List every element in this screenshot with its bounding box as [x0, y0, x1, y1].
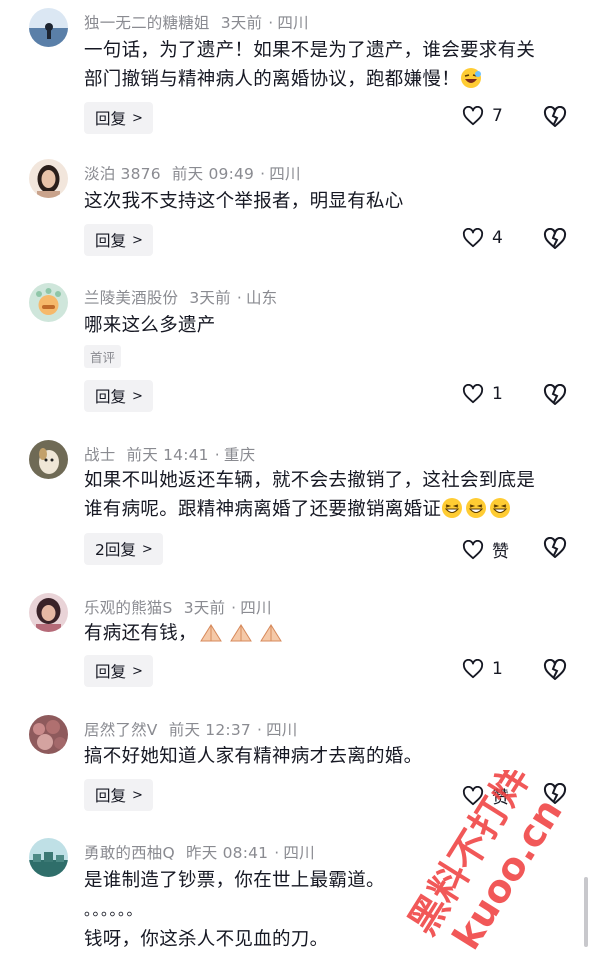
- comment-meta: 独一无二的糖糖姐 3天前 · 四川: [84, 14, 309, 32]
- comment-location: 四川: [283, 844, 315, 862]
- avatar[interactable]: [29, 593, 68, 632]
- comment-location: 四川: [277, 14, 309, 32]
- heart-icon: [462, 539, 484, 559]
- comment-time: 前天 12:37: [168, 721, 251, 739]
- reply-button[interactable]: 回复 >: [84, 102, 153, 134]
- comment-location: 重庆: [223, 446, 256, 464]
- heart-icon: [462, 228, 484, 248]
- like-count: 1: [492, 659, 503, 679]
- comment-location: 四川: [266, 721, 298, 739]
- comment-time: 3天前: [220, 14, 263, 32]
- like-label: 赞: [492, 542, 509, 562]
- comment-location: 山东: [245, 289, 278, 307]
- heart-broken-icon: [543, 383, 567, 405]
- first-comment-badge: 首评: [84, 345, 122, 368]
- reply-button[interactable]: 回复 >: [84, 380, 153, 412]
- dislike-button[interactable]: [543, 105, 567, 132]
- avatar[interactable]: [29, 838, 68, 877]
- dislike-button[interactable]: [543, 383, 567, 410]
- heart-broken-icon: [543, 536, 567, 558]
- scrollbar[interactable]: [584, 877, 588, 947]
- comment-meta: 乐观的熊猫S 3天前 · 四川: [84, 599, 272, 617]
- grin-squint-emoji: [441, 497, 463, 519]
- username[interactable]: 乐观的熊猫S: [84, 599, 173, 617]
- username[interactable]: 独一无二的糖糖姐: [84, 14, 210, 32]
- comment-text: 搞不好她知道人家有精神病才去离的婚。: [84, 746, 423, 767]
- like-button[interactable]: 1: [462, 659, 503, 679]
- username[interactable]: 兰陵美酒股份: [84, 289, 178, 307]
- username[interactable]: 淡泊 3876: [84, 165, 161, 183]
- grin-squint-emoji: [489, 497, 511, 519]
- comment-text: 这次我不支持这个举报者，明显有私心: [84, 191, 404, 212]
- username[interactable]: 勇敢的西柚Q: [84, 844, 175, 862]
- like-button[interactable]: 4: [462, 228, 503, 248]
- like-button[interactable]: 赞: [462, 537, 509, 562]
- comment-meta: 勇敢的西柚Q 昨天 08:41 · 四川: [84, 844, 315, 862]
- praying-hands-emoji: [257, 621, 285, 643]
- chevron-right-icon: >: [132, 787, 143, 803]
- like-count: 7: [492, 106, 503, 126]
- like-button[interactable]: 1: [462, 384, 503, 404]
- comment-meta: 兰陵美酒股份 3天前 · 山东: [84, 289, 278, 307]
- comment-time: 前天 09:49: [171, 165, 255, 183]
- grin-squint-emoji: [465, 497, 487, 519]
- chevron-right-icon: >: [141, 541, 153, 557]
- heart-broken-icon: [543, 227, 567, 249]
- comment-meta: 淡泊 3876 前天 09:49 · 四川: [84, 165, 301, 183]
- avatar[interactable]: [29, 159, 68, 198]
- comment-text: 有病还有钱，: [84, 619, 574, 648]
- comment-location: 四川: [269, 165, 301, 183]
- avatar[interactable]: [29, 440, 68, 479]
- reply-button[interactable]: 回复 >: [84, 779, 153, 811]
- comment-meta: 居然了然V 前天 12:37 · 四川: [84, 721, 298, 739]
- like-button[interactable]: 7: [462, 106, 503, 126]
- reply-button[interactable]: 2回复 >: [84, 533, 163, 565]
- dislike-button[interactable]: [543, 658, 567, 685]
- avatar[interactable]: [29, 283, 68, 322]
- like-count: 4: [492, 228, 503, 248]
- heart-broken-icon: [543, 105, 567, 127]
- reply-button[interactable]: 回复 >: [84, 655, 153, 687]
- praying-hands-emoji: [227, 621, 255, 643]
- dislike-button[interactable]: [543, 227, 567, 254]
- laughing-emoji: [460, 67, 482, 89]
- username[interactable]: 战士: [84, 446, 115, 464]
- comment-time: 昨天 08:41: [186, 844, 269, 862]
- dislike-button[interactable]: [543, 782, 567, 809]
- username[interactable]: 居然了然V: [84, 721, 158, 739]
- comment-text: 如果不叫她返还车辆，就不会去撤销了，这社会到底是 谁有病呢。跟精神病离婚了还要撤…: [84, 470, 536, 520]
- chevron-right-icon: >: [132, 232, 143, 248]
- comment-location: 四川: [240, 599, 272, 617]
- comment-time: 前天 14:41: [126, 446, 209, 464]
- dislike-button[interactable]: [543, 536, 567, 563]
- chevron-right-icon: >: [132, 110, 143, 126]
- comment-time: 3天前: [183, 599, 226, 617]
- reply-button[interactable]: 回复 >: [84, 224, 153, 256]
- heart-icon: [462, 785, 484, 805]
- heart-broken-icon: [543, 782, 567, 804]
- comment-time: 3天前: [189, 289, 231, 307]
- heart-broken-icon: [543, 658, 567, 680]
- heart-icon: [462, 106, 484, 126]
- avatar[interactable]: [29, 8, 68, 47]
- heart-icon: [462, 384, 484, 404]
- comment-text: 是谁制造了钞票，你在世上最霸道。 。。。。。。 钱呀，你这杀人不见血的刀。: [84, 870, 385, 950]
- chevron-right-icon: >: [132, 663, 143, 679]
- like-button[interactable]: 赞: [462, 783, 509, 808]
- heart-icon: [462, 659, 484, 679]
- like-label: 赞: [492, 788, 509, 808]
- like-count: 1: [492, 384, 503, 404]
- praying-hands-emoji: [197, 621, 225, 643]
- chevron-right-icon: >: [132, 388, 143, 404]
- comment-text: 哪来这么多遗产: [84, 315, 216, 336]
- comment-meta: 战士 前天 14:41 · 重庆: [84, 446, 256, 464]
- avatar[interactable]: [29, 715, 68, 754]
- comment-text: 一句话，为了遗产！如果不是为了遗产，谁会要求有关 部门撤销与精神病人的离婚协议，…: [84, 40, 536, 90]
